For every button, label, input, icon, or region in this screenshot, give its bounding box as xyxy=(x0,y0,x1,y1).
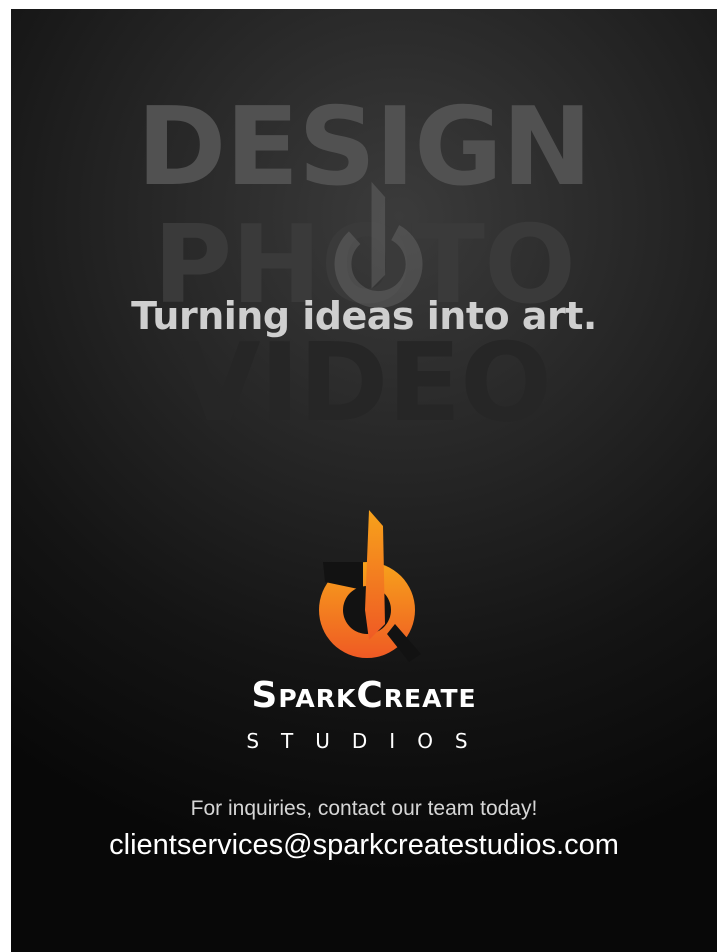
email-link[interactable]: clientservices@sparkcreatestudios.com xyxy=(11,829,717,862)
hero-section: DESIGN PHOTO VIDEO Turning ideas into ar… xyxy=(11,94,717,484)
inquiry-text: For inquiries, contact our team today! xyxy=(190,797,538,820)
flame-power-icon xyxy=(319,510,421,662)
brand-subtitle: STUDIOS xyxy=(246,729,490,753)
poster: DESIGN PHOTO VIDEO Turning ideas into ar… xyxy=(11,9,717,952)
background-word-video: VIDEO xyxy=(176,321,552,446)
tagline: Turning ideas into art. xyxy=(131,294,597,338)
brand-name: SparkCreate xyxy=(251,675,477,716)
